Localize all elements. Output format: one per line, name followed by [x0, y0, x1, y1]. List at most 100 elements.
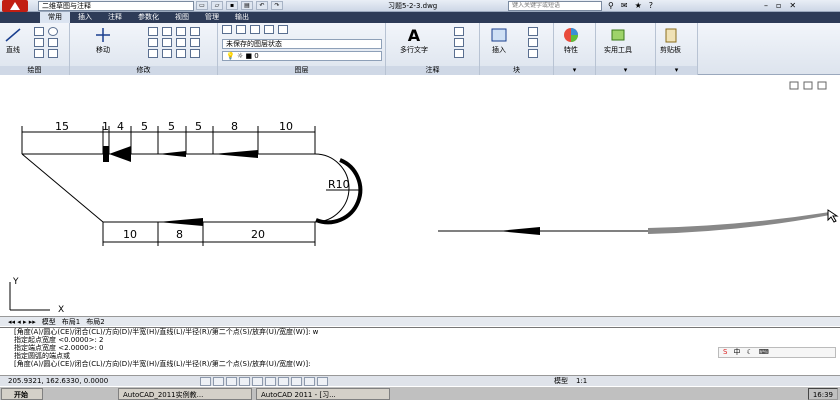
otrack-icon[interactable] [265, 377, 276, 386]
layer-match-icon[interactable] [236, 25, 246, 34]
array-icon[interactable] [176, 49, 186, 58]
layer-freeze-icon[interactable] [278, 25, 288, 34]
tab-view[interactable]: 视图 [167, 12, 197, 23]
dim-text: 5 [141, 120, 148, 133]
minimize-icon[interactable]: – [764, 0, 768, 12]
tab-manage[interactable]: 管理 [197, 12, 227, 23]
utilities-panel-footer[interactable]: ▾ [596, 66, 655, 75]
arc-icon[interactable] [34, 38, 44, 47]
copy-icon[interactable] [148, 38, 158, 47]
search-icon[interactable]: ⚲ [608, 0, 614, 12]
stretch-icon[interactable] [148, 49, 158, 58]
ellipse-icon[interactable] [34, 49, 44, 58]
layer-previous-icon[interactable] [250, 25, 260, 34]
moon-icon: ☾ [746, 348, 753, 356]
offset-icon[interactable] [190, 38, 200, 47]
communication-icon[interactable]: ✉ [621, 0, 628, 12]
chamfer-icon[interactable] [190, 49, 200, 58]
undo-icon[interactable]: ↶ [256, 1, 268, 10]
clipboard-panel-footer[interactable]: ▾ [656, 66, 697, 75]
command-window[interactable]: [角度(A)/圆心(CE)/闭合(CL)/方向(D)/半宽(H)/直线(L)/半… [0, 327, 840, 375]
layers-panel-title[interactable]: 图层 [218, 66, 385, 75]
utilities-button[interactable]: 实用工具 [604, 27, 632, 55]
utilities-icon [611, 29, 625, 41]
clipboard-button[interactable]: 剪贴板 [660, 27, 681, 55]
taskbar-item-autocad[interactable]: AutoCAD 2011 - [习... [256, 388, 390, 400]
tab-insert[interactable]: 插入 [70, 12, 100, 23]
snap-icon[interactable] [200, 377, 211, 386]
polyline-icon[interactable] [34, 27, 44, 36]
qp-icon[interactable] [317, 377, 328, 386]
command-line: 指定圆弧的端点或 [14, 352, 70, 360]
block-panel-title[interactable]: 块 [480, 66, 553, 75]
dim-text: 4 [117, 120, 124, 133]
new-icon[interactable]: ▭ [196, 1, 208, 10]
restore-icon[interactable]: ▫ [776, 0, 781, 12]
lightbulb-icon: 💡 ☼ ■ [226, 52, 255, 60]
tab-parametric[interactable]: 参数化 [130, 12, 167, 23]
create-block-icon[interactable] [528, 27, 538, 36]
tab-home[interactable]: 常用 [40, 12, 70, 23]
rectangle-icon[interactable] [48, 38, 58, 47]
preview-arc [648, 212, 830, 234]
favorites-icon[interactable]: ★ [635, 0, 642, 12]
layer-isolate-icon[interactable] [264, 25, 274, 34]
properties-button[interactable]: 特性 [562, 27, 580, 55]
print-icon[interactable]: ▤ [241, 1, 253, 10]
explode-icon[interactable] [190, 27, 200, 36]
mirror-icon[interactable] [162, 38, 172, 47]
tab-annotate[interactable]: 注释 [100, 12, 130, 23]
save-icon[interactable]: ▪ [226, 1, 238, 10]
move-button[interactable]: 移动 [94, 27, 112, 55]
ribbon: 直线 绘图 移动 修改 未保存的图层状态 💡 ☼ ■ 0 图层 A 多行文字 注… [0, 23, 840, 75]
trim-icon[interactable] [162, 27, 172, 36]
dyn-icon[interactable] [291, 377, 302, 386]
taskbar-item-book[interactable]: AutoCAD_2011实例教... [118, 388, 252, 400]
erase-icon[interactable] [176, 27, 186, 36]
leader-icon[interactable] [454, 38, 464, 47]
application-menu-button[interactable] [2, 0, 28, 12]
layer-state-dropdown[interactable]: 未保存的图层状态 [222, 39, 382, 49]
block-tools [528, 27, 540, 58]
ucs-x-label: X [58, 305, 64, 315]
close-icon[interactable]: ✕ [789, 0, 796, 12]
layer-properties-icon[interactable] [222, 25, 232, 34]
tab-output[interactable]: 输出 [227, 12, 257, 23]
viewport-controls[interactable] [789, 81, 827, 90]
rotate-icon[interactable] [148, 27, 158, 36]
nav-arrows-icon[interactable]: ◂◂ ◂ ▸ ▸▸ [8, 318, 36, 326]
redo-icon[interactable]: ↷ [271, 1, 283, 10]
tab-layout2[interactable]: 布局2 [86, 317, 104, 327]
line-button[interactable]: 直线 [4, 27, 22, 55]
tab-model[interactable]: 模型 [42, 317, 56, 327]
circle-icon[interactable] [48, 27, 58, 36]
lineweight-icon[interactable] [304, 377, 315, 386]
polar-icon[interactable] [239, 377, 250, 386]
layer-dropdown[interactable]: 💡 ☼ ■ 0 [222, 51, 382, 61]
open-icon[interactable]: ▱ [211, 1, 223, 10]
dimension-icon[interactable] [454, 27, 464, 36]
search-input[interactable]: 键入关键字或短语 [508, 1, 602, 11]
mtext-button[interactable]: A 多行文字 [400, 27, 428, 55]
fillet-icon[interactable] [176, 38, 186, 47]
table-icon[interactable] [454, 49, 464, 58]
annotation-panel-title[interactable]: 注释 [386, 66, 479, 75]
ducs-icon[interactable] [278, 377, 289, 386]
scale-icon[interactable] [162, 49, 172, 58]
ortho-icon[interactable] [226, 377, 237, 386]
help-icon[interactable]: ? [649, 0, 653, 12]
ime-toolbar[interactable]: S 中 ☾ ⌨ [718, 347, 836, 358]
start-button[interactable]: 开始 [1, 388, 43, 400]
attribute-icon[interactable] [528, 49, 538, 58]
draw-panel-title[interactable]: 绘图 [0, 66, 69, 75]
grid-icon[interactable] [213, 377, 224, 386]
workspace-dropdown[interactable]: 二维草图与注释 [38, 1, 194, 11]
utilities-label: 实用工具 [604, 46, 632, 54]
osnap-icon[interactable] [252, 377, 263, 386]
edit-block-icon[interactable] [528, 38, 538, 47]
insert-button[interactable]: 插入 [490, 27, 508, 55]
modify-panel-title[interactable]: 修改 [70, 66, 217, 75]
tab-layout1[interactable]: 布局1 [62, 317, 80, 327]
properties-panel-footer[interactable]: ▾ [554, 66, 595, 75]
hatch-icon[interactable] [48, 49, 58, 58]
